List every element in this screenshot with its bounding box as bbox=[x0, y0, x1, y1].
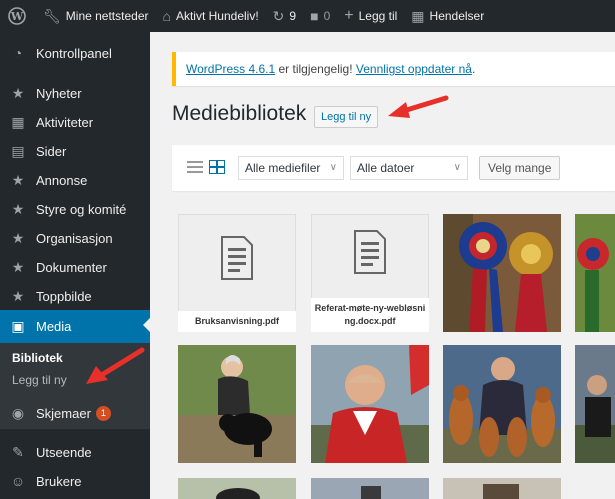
date-filter[interactable]: Alle datoer ∨ bbox=[350, 156, 468, 180]
update-notice: WordPress 4.6.1 er tilgjengelig! Vennlig… bbox=[172, 52, 615, 86]
media-item-doc-1[interactable]: Bruksanvisning.pdf bbox=[178, 214, 296, 332]
sidebar-item-documents[interactable]: ★ Dokumenter bbox=[0, 252, 150, 282]
current-menu-arrow bbox=[143, 318, 150, 332]
photo-thumbnail bbox=[443, 478, 561, 499]
pin-icon: ★ bbox=[11, 258, 25, 275]
woman-with-dog-photo bbox=[178, 345, 296, 463]
wordpress-icon: W bbox=[8, 7, 26, 25]
document-icon bbox=[354, 230, 386, 274]
add-new-button[interactable]: Legg til ny bbox=[314, 106, 379, 128]
media-filename: Bruksanvisning.pdf bbox=[178, 311, 296, 332]
admin-sidebar: ◔ Kontrollpanel ★ Nyheter ▦ Aktiviteter … bbox=[0, 32, 150, 499]
annotation-arrow-submenu-add-new bbox=[86, 347, 145, 384]
new-content-menu[interactable]: + Legg til bbox=[337, 0, 404, 32]
dashboard-icon: ◔ bbox=[13, 45, 23, 61]
grid-view-icon[interactable] bbox=[209, 160, 225, 174]
rosettes-photo bbox=[575, 214, 615, 332]
users-icon: ☺ bbox=[10, 473, 26, 489]
document-icon bbox=[221, 236, 253, 280]
sidebar-item-ads[interactable]: ★ Annonse bbox=[0, 165, 150, 195]
media-item-outdoor-photo[interactable] bbox=[575, 345, 615, 463]
media-item-rosettes-photo[interactable] bbox=[443, 214, 561, 332]
outdoor-photo bbox=[575, 345, 615, 463]
media-item-row3-photo-1[interactable] bbox=[178, 478, 296, 499]
my-sites-menu[interactable]: 🔧︎ Mine nettsteder bbox=[36, 0, 156, 32]
annotation-arrow-add-new bbox=[388, 95, 449, 118]
svg-text:W: W bbox=[10, 10, 24, 23]
home-icon: ⌂ bbox=[162, 8, 171, 24]
pin-icon: ★ bbox=[11, 200, 25, 217]
calendar-icon: ▦ bbox=[411, 7, 425, 24]
sidebar-item-board[interactable]: ★ Styre og komité bbox=[0, 194, 150, 224]
updates-icon: ↻ bbox=[272, 7, 285, 24]
photo-thumbnail bbox=[311, 478, 429, 499]
group-with-dogs-photo bbox=[443, 345, 561, 463]
rosettes-photo bbox=[443, 214, 561, 332]
sidebar-item-header-image[interactable]: ★ Toppbilde bbox=[0, 281, 150, 311]
forms-icon: ◉ bbox=[11, 404, 25, 421]
admin-bar: W 🔧︎ Mine nettsteder ⌂ Aktivt Hundeliv! … bbox=[0, 0, 615, 32]
sidebar-item-organisation[interactable]: ★ Organisasjon bbox=[0, 223, 150, 253]
pin-icon: ★ bbox=[11, 171, 25, 188]
site-name-menu[interactable]: ⌂ Aktivt Hundeliv! bbox=[156, 0, 266, 32]
media-toolbar: Alle mediefiler ∨ Alle datoer ∨ Velg man… bbox=[172, 145, 615, 191]
media-item-woman-dog-photo[interactable] bbox=[178, 345, 296, 463]
submenu-library[interactable]: Bibliotek bbox=[12, 351, 63, 365]
sidebar-item-appearance[interactable]: ✎ Utseende bbox=[0, 437, 150, 467]
pin-icon: ★ bbox=[11, 84, 25, 101]
chevron-down-icon: ∨ bbox=[329, 162, 337, 173]
media-item-row3-photo-2[interactable] bbox=[311, 478, 429, 499]
pin-icon: ★ bbox=[11, 287, 25, 304]
events-menu[interactable]: ▦ Hendelser bbox=[404, 0, 491, 32]
media-item-dogs-group-photo[interactable] bbox=[443, 345, 561, 463]
submenu-add-new[interactable]: Legg til ny bbox=[12, 373, 67, 387]
media-filename: Referat-møte-ny-webløsning.docx.pdf bbox=[311, 298, 429, 332]
media-item-rosettes-photo-2[interactable] bbox=[575, 214, 615, 332]
comment-icon: ■ bbox=[310, 8, 319, 24]
sidebar-item-media[interactable]: ▣ Media bbox=[0, 310, 150, 343]
sidebar-item-news[interactable]: ★ Nyheter bbox=[0, 78, 150, 108]
wp-logo-menu[interactable]: W bbox=[0, 0, 36, 32]
forms-count-badge: 1 bbox=[95, 405, 111, 421]
pin-icon: ★ bbox=[11, 229, 25, 246]
calendar-icon: ▦ bbox=[11, 113, 25, 130]
page-title: Mediebibliotek bbox=[172, 102, 307, 125]
sidebar-item-pages[interactable]: ▤ Sider bbox=[0, 136, 150, 166]
sidebar-item-dashboard[interactable]: ◔ Kontrollpanel bbox=[0, 38, 150, 68]
pages-icon: ▤ bbox=[11, 142, 25, 159]
media-type-filter[interactable]: Alle mediefiler ∨ bbox=[238, 156, 344, 180]
notice-end: . bbox=[471, 62, 476, 76]
photo-thumbnail bbox=[178, 478, 296, 499]
plus-icon: + bbox=[344, 7, 354, 24]
comments-menu[interactable]: ■ 0 bbox=[303, 0, 337, 32]
list-view-icon[interactable] bbox=[187, 160, 203, 174]
sidebar-item-forms[interactable]: ◉ Skjemaer 1 bbox=[0, 398, 150, 428]
sidebar-item-users[interactable]: ☺ Brukere bbox=[0, 466, 150, 496]
update-now-link[interactable]: Vennligst oppdater nå bbox=[356, 62, 472, 76]
bulk-select-button[interactable]: Velg mange bbox=[479, 156, 561, 180]
media-item-man-flag-photo[interactable] bbox=[311, 345, 429, 463]
wrench-icon: 🔧︎ bbox=[43, 7, 61, 24]
notice-text: er tilgjengelig! bbox=[275, 62, 356, 76]
media-item-row3-photo-3[interactable] bbox=[443, 478, 561, 499]
appearance-icon: ✎ bbox=[12, 443, 24, 460]
updates-menu[interactable]: ↻ 9 bbox=[266, 0, 303, 32]
man-with-flag-photo bbox=[311, 345, 429, 463]
chevron-down-icon: ∨ bbox=[453, 162, 461, 173]
wordpress-version-link[interactable]: WordPress 4.6.1 bbox=[186, 62, 275, 76]
media-item-doc-2[interactable]: Referat-møte-ny-webløsning.docx.pdf bbox=[311, 214, 429, 332]
media-icon: ▣ bbox=[11, 318, 25, 334]
sidebar-item-activities[interactable]: ▦ Aktiviteter bbox=[0, 107, 150, 137]
